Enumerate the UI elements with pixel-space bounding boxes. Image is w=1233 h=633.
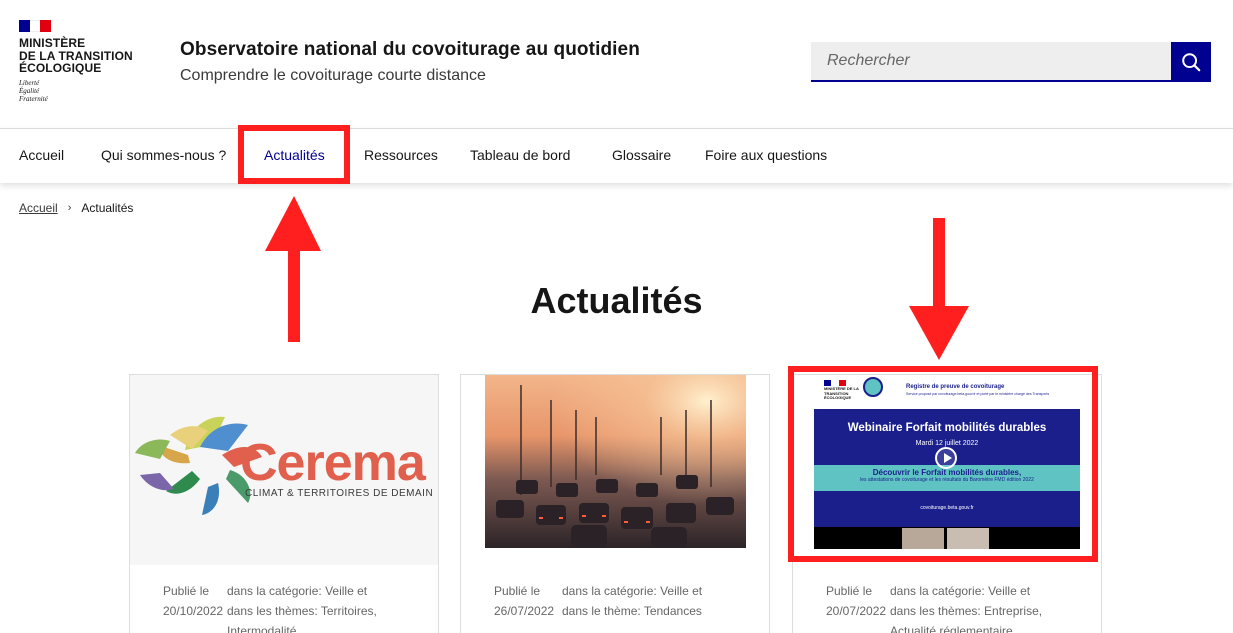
card-thumbnail[interactable]: Cerema CLIMAT & TERRITOIRES DE DEMAIN: [130, 375, 438, 565]
motto-line: Liberté: [19, 78, 40, 87]
highlight-box-webinar: [788, 366, 1098, 562]
card-thumbnail[interactable]: [461, 375, 769, 565]
marianne-flag-icon: [19, 20, 52, 32]
ministry-line: MINISTÈRE: [19, 36, 86, 50]
date-value: 20/07/2022: [826, 604, 887, 618]
nav-item-ressources[interactable]: Ressources: [364, 129, 438, 183]
nav-item-tableau-de-bord[interactable]: Tableau de bord: [470, 129, 570, 183]
nav-item-qui-sommes-nous[interactable]: Qui sommes-nous ?: [101, 129, 226, 183]
breadcrumb: Accueil › Actualités: [19, 201, 133, 215]
motto-line: Égalité: [19, 86, 40, 95]
published-label: Publié le: [826, 584, 873, 598]
published-label: Publié le: [163, 584, 210, 598]
themes-label: Actualité réglementaire,: [890, 624, 1017, 633]
site-header: MINISTÈRE DE LA TRANSITION ÉCOLOGIQUE Li…: [0, 0, 1233, 128]
highlight-box-actualites: [238, 125, 350, 184]
published-label: Publié le: [494, 584, 541, 598]
search-icon: [1182, 53, 1201, 72]
arrow-up-annotation: [265, 196, 321, 342]
main-navigation: Accueil Qui sommes-nous ? Actualités Res…: [0, 128, 1233, 183]
motto-line: Fraternité: [19, 94, 48, 103]
nav-item-glossaire[interactable]: Glossaire: [612, 129, 671, 183]
card-taxonomy: dans la catégorie: Veille et dans le thè…: [562, 581, 762, 621]
page-title: Actualités: [530, 280, 703, 321]
card-taxonomy: dans la catégorie: Veille et dans les th…: [227, 581, 427, 633]
card-taxonomy: dans la catégorie: Veille et dans les th…: [890, 581, 1090, 633]
cerema-tagline: CLIMAT & TERRITOIRES DE DEMAIN: [245, 488, 434, 499]
date-value: 26/07/2022: [494, 604, 555, 618]
card-publish-date: Publié le 20/10/2022: [163, 581, 233, 621]
nav-item-accueil[interactable]: Accueil: [19, 129, 64, 183]
site-tagline: Comprendre le covoiturage courte distanc…: [180, 67, 486, 84]
arrow-down-annotation: [909, 218, 969, 360]
search-input[interactable]: [811, 42, 1171, 82]
breadcrumb-home-link[interactable]: Accueil: [19, 201, 58, 215]
ministry-line: ÉCOLOGIQUE: [19, 61, 102, 75]
category-label: dans la catégorie: Veille et: [562, 584, 703, 598]
ministry-logo[interactable]: MINISTÈRE DE LA TRANSITION ÉCOLOGIQUE Li…: [19, 20, 149, 103]
news-card[interactable]: Publié le 26/07/2022 dans la catégorie: …: [460, 374, 770, 633]
news-card[interactable]: Cerema CLIMAT & TERRITOIRES DE DEMAIN Pu…: [129, 374, 439, 633]
themes-label: dans le thème: Tendances: [562, 604, 702, 618]
breadcrumb-current: Actualités: [81, 201, 134, 215]
themes-label: dans les thèmes: Territoires,: [227, 604, 377, 618]
search-bar: [811, 42, 1211, 82]
ministry-name: MINISTÈRE DE LA TRANSITION ÉCOLOGIQUE: [19, 37, 149, 75]
date-value: 20/10/2022: [163, 604, 224, 618]
nav-item-foire-aux-questions[interactable]: Foire aux questions: [705, 129, 827, 183]
category-label: dans la catégorie: Veille et: [227, 584, 368, 598]
card-publish-date: Publié le 26/07/2022: [494, 581, 564, 621]
chevron-right-icon: ›: [67, 202, 72, 214]
traffic-photo: [485, 375, 746, 548]
category-label: dans la catégorie: Veille et: [890, 584, 1031, 598]
themes-label: Intermodalité: [227, 624, 297, 633]
cerema-wordmark: Cerema: [240, 434, 426, 492]
card-publish-date: Publié le 20/07/2022: [826, 581, 896, 621]
search-button[interactable]: [1171, 42, 1211, 82]
republic-motto: Liberté Égalité Fraternité: [19, 79, 149, 103]
themes-label: dans les thèmes: Entreprise,: [890, 604, 1043, 618]
site-title[interactable]: Observatoire national du covoiturage au …: [180, 39, 640, 61]
